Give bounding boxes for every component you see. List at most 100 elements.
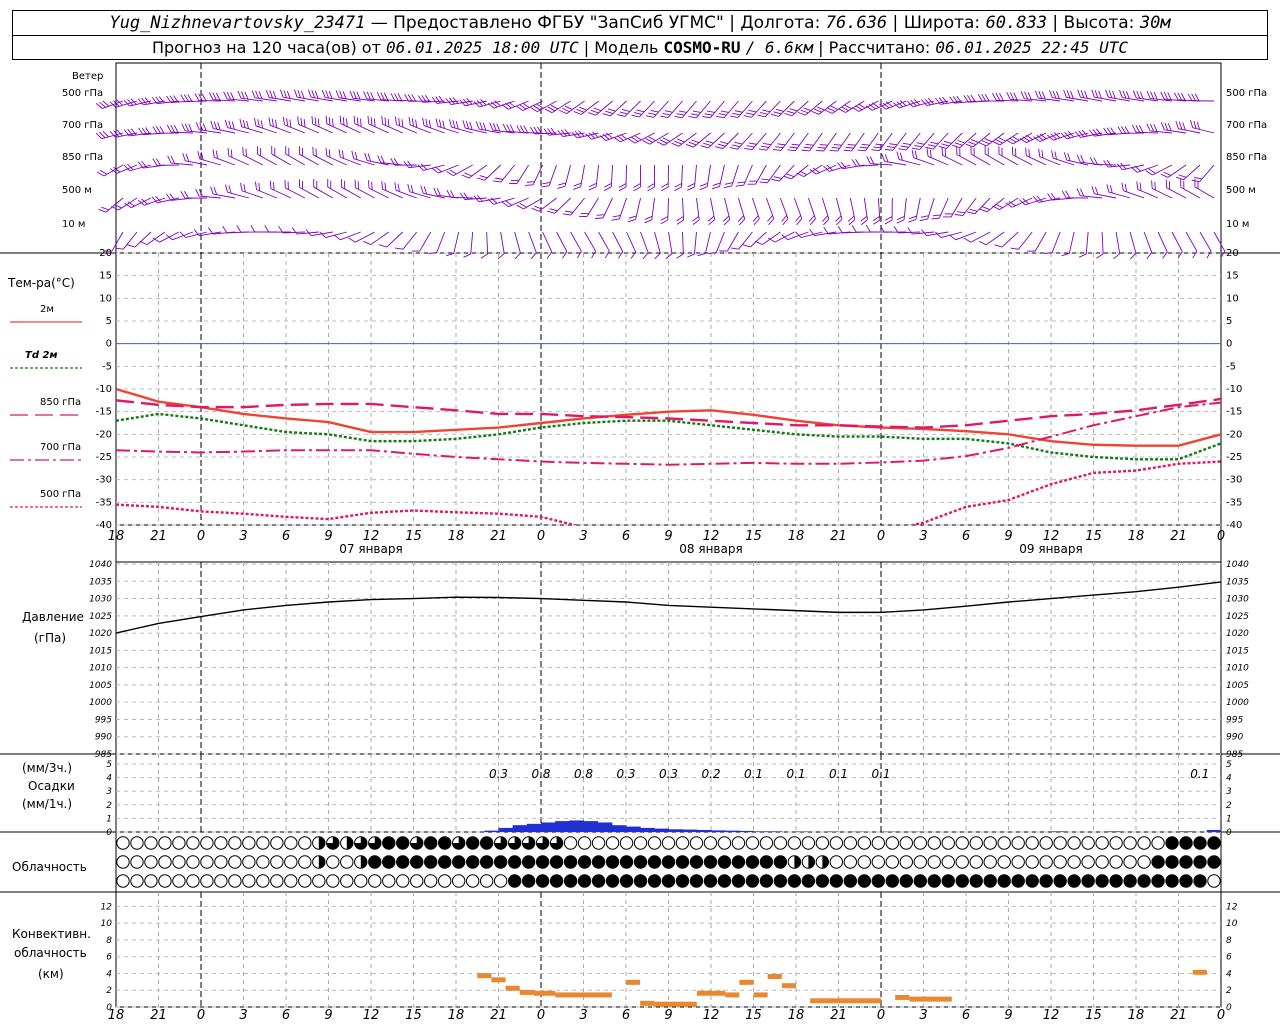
wind-barb-feather [800,109,809,114]
wind-barb-feather [317,118,320,127]
wind-barb-feather [967,211,975,215]
precip-bar [767,831,783,832]
cloud-symbol-clear [326,855,340,869]
wind-barb [1061,190,1089,199]
wind-barb-feather [618,186,627,192]
wind-barb-feather [492,180,501,183]
cloud-symbol-clear [815,836,830,850]
temp-title: Тем-ра(°C) [7,276,75,290]
cloud-symbol-overcast [1179,836,1193,850]
precip-bar [824,831,839,832]
wind-barb-feather [595,217,604,219]
cloud-symbol-clear [1151,836,1165,850]
wind-barb [588,100,613,116]
temp-tick-label-left: -30 [96,475,112,486]
wind-barb-feather [1119,89,1123,98]
wind-barb-feather [896,151,900,160]
wind-barb-feather [314,117,317,126]
wind-barb-staff [386,231,404,248]
wind-barb-feather [654,252,661,260]
wind-barb [631,100,655,118]
cloud-symbol-overcast [829,874,844,888]
wind-barb [431,164,459,174]
wind-barb-feather [562,213,571,216]
cloud-symbol-overcast [1095,874,1109,888]
wind-barb-feather [1160,173,1169,178]
wind-barb-feather [1124,126,1130,134]
wind-barb-feather [1174,92,1179,101]
wind-barb-feather [307,89,312,98]
hour-label-top: 21 [150,529,167,544]
wind-barb-feather [283,90,288,99]
wind-barb-feather [941,143,950,147]
cloud-symbol-clear [717,836,732,850]
wind-barb [722,197,731,226]
cloud-symbol-clear [997,836,1011,850]
wind-barb-feather [549,208,558,212]
precip-value-label: 0.1 [744,767,763,781]
wind-barb-feather [688,141,697,146]
temp-tick-label-left: -5 [102,361,112,372]
wind-barb-feather [787,149,796,152]
wind-barb-feather [775,146,784,149]
wind-barb-feather [523,125,529,133]
cloud-symbol-clear [368,874,382,888]
wind-barb-feather [661,183,669,188]
wind-barb-feather [300,90,305,99]
cloud-symbol-overcast [424,855,438,869]
wind-barb [699,164,711,191]
wind-level-right: 850 гПа [1226,152,1267,163]
cloud-symbol-overcast [731,855,746,869]
wind-barb-feather [873,146,882,149]
precip-bar [725,830,740,832]
wind-barb-feather [786,173,795,178]
wind-barb [865,224,893,233]
wind-barb-feather [783,175,792,180]
wind-barb-feather [1149,123,1155,132]
cloud-symbol-overcast [745,855,760,869]
wind-barb [124,197,152,209]
wind-barb [1213,231,1226,259]
wind-barb-feather [286,118,289,127]
wind-barb-feather [366,91,371,100]
cloud-symbol-clear [885,836,899,850]
wind-barb-feather [1122,90,1127,99]
wind-barb-feather [1187,93,1193,101]
wind-barb-feather [260,120,264,129]
pressure-tick-label-left: 1025 [89,612,112,622]
wind-barb [907,227,935,235]
cloud-symbol-overcast [549,855,564,869]
wind-barb-feather [617,113,626,117]
convective-tick-label-right: 10 [1226,919,1238,929]
wind-barb-feather [968,141,977,146]
cloud-symbol-clear [186,855,200,869]
wind-barb-staff [542,231,553,253]
wind-barb-feather [1052,90,1057,99]
wind-barb [751,197,760,226]
wind-barb-feather [1153,91,1158,100]
wind-barb-staff [500,231,505,254]
cloud-symbol-clear [577,836,592,850]
wind-barb-feather [258,182,261,192]
wind-barb-feather [932,214,941,217]
cloud-symbol-clear [591,836,606,850]
wind-barb [871,132,893,152]
cloud-symbol-clear [340,874,354,888]
hour-label-top: 0 [537,529,545,544]
wind-barb [1185,231,1198,259]
wind-barb-feather [884,148,893,151]
cloud-symbol-overcast [521,855,536,869]
wind-barb-feather [1148,168,1156,174]
wind-barb-feather [981,140,990,145]
wind-barb-feather [791,143,800,146]
wind-barb-feather [170,155,175,164]
wind-barb-feather [269,90,274,99]
cloud-symbol-clear [969,855,983,869]
wind-barb-staff [1085,231,1089,254]
pressure-tick-label-right: 1000 [1226,698,1249,708]
cloud-symbol-clear [1039,855,1053,869]
wind-barb-staff [1068,231,1075,254]
wind-barb-feather [759,111,768,115]
precip-tick-label-right: 5 [1226,760,1232,770]
cloud-symbol-overcast [1081,874,1095,888]
